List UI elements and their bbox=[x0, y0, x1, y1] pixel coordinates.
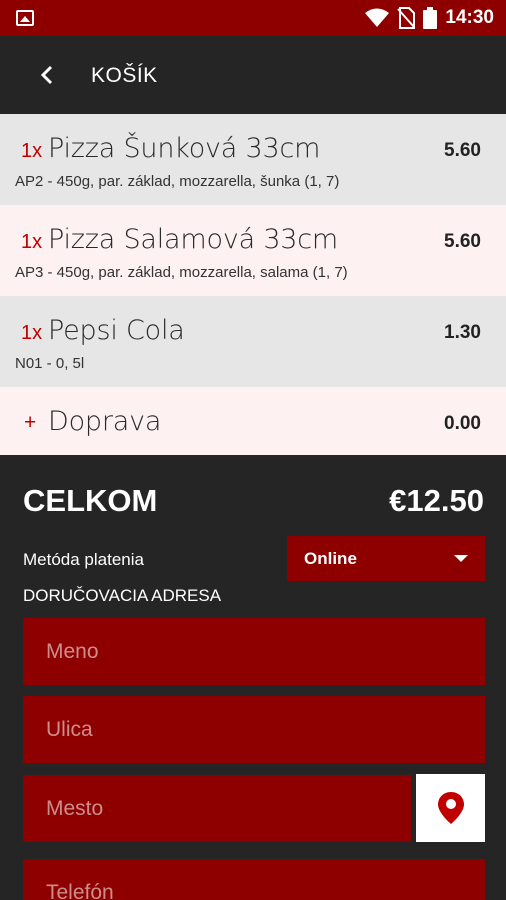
cart-list: 1x Pizza Šunková 33cm AP2 - 450g, par. z… bbox=[0, 114, 506, 455]
cart-item[interactable]: 1x Pepsi Cola N01 - 0, 5l 1.30 bbox=[0, 296, 506, 387]
status-bar: 14:30 bbox=[0, 0, 506, 36]
battery-icon bbox=[423, 7, 438, 29]
payment-method-select[interactable]: Online bbox=[287, 536, 485, 581]
delivery-address-label: DORUČOVACIA ADRESA bbox=[23, 586, 222, 605]
map-pin-icon bbox=[437, 792, 464, 824]
street-input[interactable]: Ulica bbox=[23, 696, 485, 763]
item-quantity: 1x bbox=[21, 322, 43, 344]
wifi-icon bbox=[365, 8, 390, 27]
shipping-row: + Doprava 0.00 bbox=[0, 387, 506, 455]
item-description: N01 - 0, 5l bbox=[15, 355, 85, 372]
name-input[interactable]: Meno bbox=[23, 618, 485, 685]
item-description: AP2 - 450g, par. základ, mozzarella, šun… bbox=[15, 173, 340, 190]
status-time: 14:30 bbox=[445, 7, 494, 28]
item-name: Pepsi Cola bbox=[48, 315, 185, 346]
shipping-label: Doprava bbox=[48, 406, 162, 437]
total-value: €12.50 bbox=[389, 483, 484, 518]
item-name: Pizza Šunková 33cm bbox=[48, 133, 321, 164]
item-quantity: 1x bbox=[21, 140, 43, 162]
item-name: Pizza Salamová 33cm bbox=[48, 224, 339, 255]
dropdown-caret-icon bbox=[454, 555, 468, 562]
plus-icon: + bbox=[24, 411, 37, 434]
phone-input[interactable]: Telefón bbox=[23, 859, 485, 900]
payment-method-value: Online bbox=[304, 549, 357, 568]
cart-item[interactable]: 1x Pizza Salamová 33cm AP3 - 450g, par. … bbox=[0, 205, 506, 296]
item-quantity: 1x bbox=[21, 231, 43, 253]
city-input[interactable]: Mesto bbox=[23, 775, 411, 842]
checkout-section: CELKOM €12.50 Metóda platenia Online DOR… bbox=[0, 455, 506, 900]
item-price: 5.60 bbox=[444, 231, 481, 252]
app-bar: KOŠÍK bbox=[0, 36, 506, 114]
location-button[interactable] bbox=[416, 774, 485, 842]
cart-item[interactable]: 1x Pizza Šunková 33cm AP2 - 450g, par. z… bbox=[0, 114, 506, 205]
chevron-left-icon bbox=[40, 65, 53, 85]
no-sim-icon bbox=[397, 7, 416, 29]
gallery-notification-icon bbox=[16, 10, 34, 26]
page-title: KOŠÍK bbox=[91, 64, 158, 87]
payment-method-label: Metóda platenia bbox=[23, 550, 144, 569]
total-label: CELKOM bbox=[23, 483, 158, 518]
shipping-price: 0.00 bbox=[444, 413, 481, 434]
status-icons: 14:30 bbox=[365, 6, 494, 30]
item-price: 1.30 bbox=[444, 322, 481, 343]
back-button[interactable] bbox=[30, 58, 64, 92]
item-description: AP3 - 450g, par. základ, mozzarella, sal… bbox=[15, 264, 348, 281]
item-price: 5.60 bbox=[444, 140, 481, 161]
